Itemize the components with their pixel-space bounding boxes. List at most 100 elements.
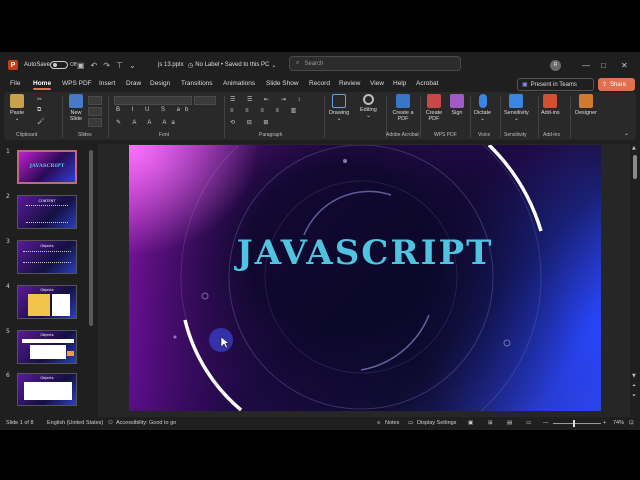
restore-icon[interactable]: □: [601, 52, 606, 78]
teams-icon: ▣: [522, 82, 528, 88]
previous-slide-icon[interactable]: ⏶: [632, 383, 636, 389]
display-settings-button[interactable]: Display Settings: [417, 420, 456, 426]
chevron-down-icon: ⌄: [514, 116, 519, 122]
normal-view-icon[interactable]: ▣: [468, 420, 473, 426]
tab-record[interactable]: Record: [309, 80, 330, 87]
zoom-level[interactable]: 74%: [613, 420, 624, 426]
clipboard-icon: [10, 94, 25, 108]
slide-thumbnail-1[interactable]: JAVASCRIPT: [17, 150, 77, 184]
tab-animations[interactable]: Animations: [223, 80, 255, 87]
new-slide-button[interactable]: New Slide: [66, 94, 86, 122]
designer-button[interactable]: Designer: [575, 94, 597, 116]
slide-thumbnail-2[interactable]: CONTENT: [17, 195, 77, 229]
slide-1[interactable]: JAVASCRIPT: [129, 145, 601, 411]
font-size-field[interactable]: [194, 96, 216, 105]
customize-icon[interactable]: ⌄: [129, 61, 136, 70]
slideshow-view-icon[interactable]: ▭: [526, 420, 531, 426]
zoom-slider-thumb[interactable]: [573, 420, 575, 427]
slide-decoration: [173, 145, 543, 411]
fit-to-window-icon[interactable]: ⊡: [629, 420, 634, 426]
text-direction-icons[interactable]: ⟲ ⊟ ⊞: [230, 119, 273, 126]
drawing-button[interactable]: Drawing ⌄: [329, 94, 349, 122]
font-style-icons[interactable]: B I U S ab: [116, 107, 193, 113]
redo-icon[interactable]: ↷: [103, 61, 110, 70]
chevron-down-icon[interactable]: ⌄: [271, 62, 276, 69]
cut-icon[interactable]: ✂: [37, 96, 42, 103]
create-pdf-button[interactable]: Create a PDF: [390, 94, 416, 122]
tab-insert[interactable]: Insert: [99, 80, 115, 87]
slide-thumbnail-4[interactable]: Objects: [17, 285, 77, 319]
tab-transitions[interactable]: Transitions: [181, 80, 213, 87]
list-icons[interactable]: ☰ ☰ ⇤ ⇥ ↕: [230, 96, 305, 103]
chevron-down-icon[interactable]: ⌄: [624, 130, 629, 137]
search-placeholder: Search: [304, 60, 324, 67]
tab-help[interactable]: Help: [393, 80, 406, 87]
autosave-state: Off: [70, 62, 77, 68]
group-sensitivity: Sensitivity: [504, 132, 527, 138]
section-button[interactable]: [88, 118, 102, 127]
paste-button[interactable]: Paste ⌄: [10, 94, 24, 122]
thumbnail-lines: [23, 251, 71, 263]
display-settings-icon: ▭: [408, 420, 414, 426]
layout-button[interactable]: [88, 96, 102, 105]
tab-home[interactable]: Home: [33, 80, 52, 90]
slide-title[interactable]: JAVASCRIPT: [129, 233, 601, 273]
tab-acrobat[interactable]: Acrobat: [416, 80, 438, 87]
avatar[interactable]: R: [550, 59, 561, 71]
font-name-field[interactable]: [114, 96, 192, 105]
status-bar: Slide 1 of 8 English (United States) ⚇ A…: [0, 417, 640, 430]
slide-thumbnail-6[interactable]: Objects: [17, 373, 77, 406]
search-box[interactable]: ⌕ Search: [289, 56, 461, 71]
thumbnail-scrollbar[interactable]: [89, 150, 93, 326]
autosave-toggle[interactable]: [50, 61, 68, 69]
present-in-teams-button[interactable]: ▣ Present in Teams: [517, 78, 594, 91]
tab-draw[interactable]: Draw: [126, 80, 141, 87]
tab-file[interactable]: File: [10, 80, 20, 87]
language-status[interactable]: English (United States): [47, 420, 103, 426]
zoom-slider[interactable]: [553, 420, 601, 427]
minimize-icon[interactable]: —: [582, 52, 590, 78]
slide-scrollbar[interactable]: ▲ ▼ ⏶ ⏷: [632, 145, 638, 410]
tab-review[interactable]: Review: [339, 80, 360, 87]
label-status[interactable]: No Label • Saved to this PC: [195, 62, 269, 68]
scroll-up-icon[interactable]: ▲: [632, 145, 636, 151]
font-color-icons[interactable]: ✎ A A Aa: [116, 119, 180, 126]
reading-view-icon[interactable]: ▤: [507, 420, 512, 426]
share-button[interactable]: ⇪ Share: [598, 78, 635, 91]
decor-arc-top: [303, 190, 392, 236]
close-icon[interactable]: ✕: [621, 52, 628, 78]
zoom-out-icon[interactable]: —: [543, 420, 549, 426]
undo-icon[interactable]: ↶: [91, 61, 98, 70]
notes-button[interactable]: Notes: [385, 420, 399, 426]
dictate-button[interactable]: Dictate ⌄: [474, 94, 491, 122]
save-icon[interactable]: ▣: [77, 61, 85, 70]
scroll-down-icon[interactable]: ▼: [632, 373, 636, 379]
present-icon[interactable]: ⊤: [116, 61, 123, 70]
zoom-in-icon[interactable]: +: [603, 420, 606, 426]
group-voice: Voice: [478, 132, 491, 138]
slide-thumbnail-3[interactable]: Objects: [17, 240, 77, 274]
sign-button[interactable]: Sign: [450, 94, 464, 116]
thumbnail-box: [24, 382, 72, 400]
slide-sorter-icon[interactable]: ⊞: [488, 420, 493, 426]
reset-button[interactable]: [88, 107, 102, 116]
tab-view[interactable]: View: [370, 80, 384, 87]
thumbnail-title: Objects: [40, 244, 54, 248]
tab-wps-pdf[interactable]: WPS PDF: [62, 80, 92, 87]
next-slide-icon[interactable]: ⏷: [632, 393, 636, 399]
chevron-down-icon: ⌄: [366, 113, 371, 119]
add-ins-button[interactable]: Add-ins: [541, 94, 560, 116]
copy-icon[interactable]: ⧉: [37, 107, 41, 114]
slide-counter: Slide 1 of 8: [6, 420, 34, 426]
tab-design[interactable]: Design: [150, 80, 170, 87]
sensitivity-button[interactable]: Sensitivity ⌄: [504, 94, 529, 122]
create-pdf-wps-button[interactable]: Create PDF: [424, 94, 444, 122]
slide-thumbnail-5[interactable]: Objects: [17, 330, 77, 364]
format-painter-icon[interactable]: 🖌: [37, 118, 45, 125]
tab-slide-show[interactable]: Slide Show: [266, 80, 299, 87]
accessibility-status[interactable]: Accessibility: Good to go: [116, 420, 176, 426]
editing-button[interactable]: Editing ⌄: [360, 94, 377, 119]
title-bar: P AutoSave Off ▣ ↶ ↷ ⊤ ⌄ js 13.pptx ◷ No…: [0, 52, 640, 78]
align-icons[interactable]: ≡ ≡ ≡ ≡ ▥: [230, 107, 301, 114]
scroll-thumb[interactable]: [633, 155, 637, 179]
